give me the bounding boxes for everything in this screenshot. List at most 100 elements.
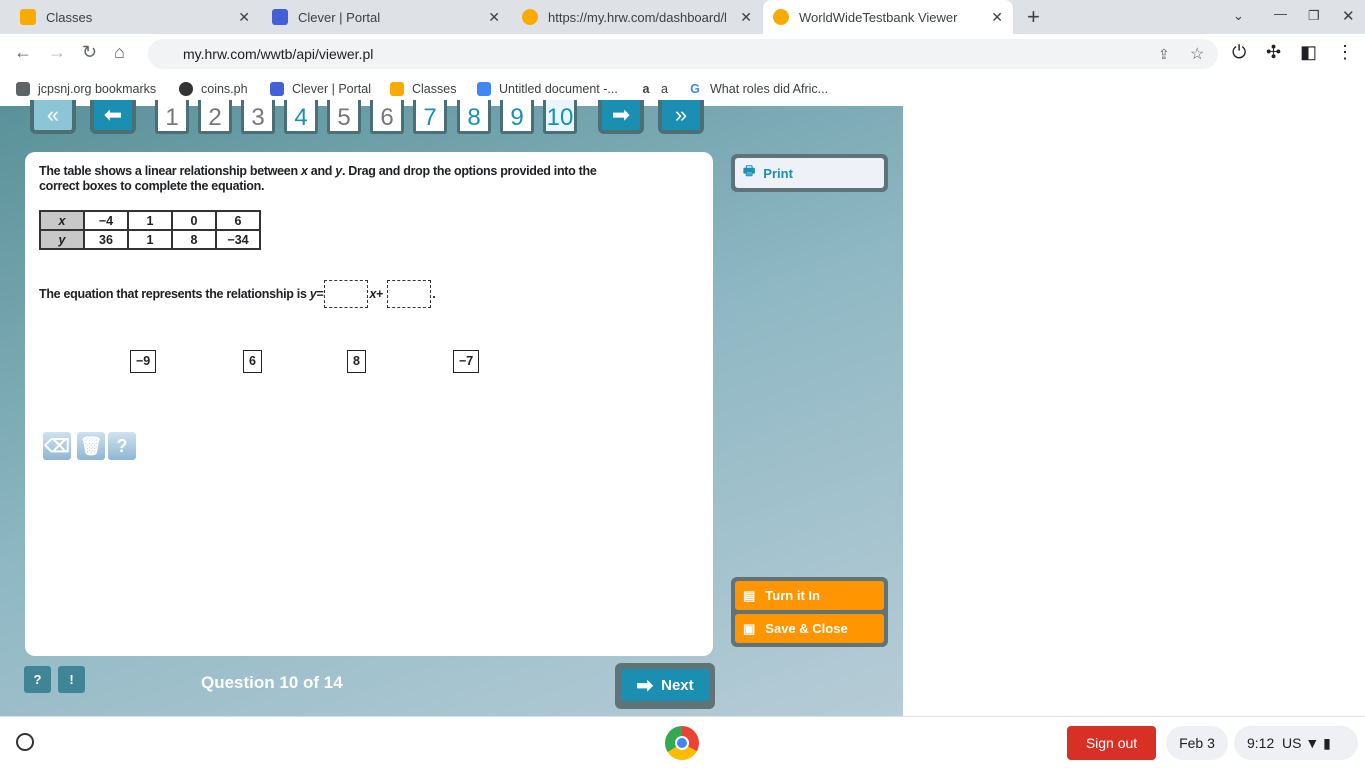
turn-in-button[interactable]: ▤ Turn it In [735, 581, 884, 610]
status-tray[interactable]: 9:12 US ▼ ▮ [1234, 726, 1358, 760]
bookmark-amazon[interactable]: aa [639, 82, 668, 96]
new-tab-button[interactable]: + [1027, 4, 1040, 30]
clock: 9:12 [1247, 735, 1275, 751]
close-icon[interactable]: ✕ [991, 9, 1003, 26]
window-close-button[interactable]: ✕ [1342, 7, 1355, 25]
bookmark-label: What roles did Afric... [710, 82, 829, 96]
option-tile[interactable]: −7 [453, 350, 480, 373]
x-cell: 0 [171, 210, 217, 231]
intercept-drop-box[interactable] [387, 280, 432, 308]
print-label: Print [763, 165, 793, 181]
save-close-button[interactable]: ▣ Save & Close [735, 614, 884, 643]
next-question-arrow-button[interactable]: ➡ [598, 100, 644, 134]
bookmark-clever[interactable]: Clever | Portal [270, 82, 371, 96]
first-question-button[interactable]: « [30, 100, 76, 134]
option-tile[interactable]: 8 [347, 350, 366, 373]
close-icon[interactable]: ✕ [238, 9, 250, 26]
bookmark-classes[interactable]: Classes [390, 82, 456, 96]
option-tile[interactable]: 6 [243, 350, 262, 373]
menu-icon[interactable]: ⋮ [1336, 42, 1354, 63]
launcher-icon[interactable] [16, 733, 34, 751]
question-8-button[interactable]: 8 [457, 100, 491, 134]
y-header: y [39, 229, 85, 250]
star-icon[interactable]: ☆ [1190, 44, 1204, 64]
bookmark-doc[interactable]: Untitled document -... [477, 82, 618, 96]
back-icon[interactable]: ← [14, 42, 32, 63]
tab-classes[interactable]: Classes ✕ [10, 0, 260, 34]
help-icon[interactable]: ? [108, 432, 136, 460]
y-var: y [309, 287, 317, 301]
bookmark-folder[interactable]: jcpsnj.org bookmarks [16, 82, 156, 96]
alert-button[interactable]: ! [58, 666, 85, 693]
bookmark-label: Clever | Portal [292, 82, 371, 96]
tab-hrw-dashboard[interactable]: https://my.hrw.com/dashboard/l ✕ [512, 0, 762, 34]
help-button[interactable]: ? [24, 666, 51, 693]
reload-icon[interactable]: ↻ [82, 42, 97, 63]
tab-title: Classes [46, 9, 93, 25]
date-display[interactable]: Feb 3 [1166, 726, 1228, 760]
tab-testbank-viewer[interactable]: WorldWideTestbank Viewer ✕ [763, 0, 1013, 34]
tab-title: Clever | Portal [298, 9, 381, 25]
question-counter: Question 10 of 14 [201, 673, 343, 692]
y-cell: 8 [171, 229, 217, 250]
hrw-icon [773, 9, 789, 25]
classes-icon [20, 9, 36, 25]
xy-table: x −4 1 0 6 y 36 1 8 −34 [39, 210, 261, 250]
question-1-button[interactable]: 1 [155, 100, 189, 134]
previous-question-button[interactable]: ⬅ [90, 100, 136, 134]
tab-clever[interactable]: Clever | Portal ✕ [262, 0, 510, 34]
question-3-button[interactable]: 3 [241, 100, 275, 134]
clever-icon [272, 9, 288, 25]
question-7-button[interactable]: 7 [413, 100, 447, 134]
slope-drop-box[interactable] [324, 280, 369, 308]
close-icon[interactable]: ✕ [740, 9, 752, 26]
period: . [432, 287, 436, 301]
last-question-button[interactable]: » [658, 100, 704, 134]
power-icon[interactable]: ⏻ [1232, 42, 1246, 63]
tab-bar: Classes ✕ Clever | Portal ✕ https://my.hrw… [0, 0, 1365, 34]
bookmark-label: Untitled document -... [499, 82, 618, 96]
bookmark-label: Classes [412, 82, 457, 96]
share-icon[interactable]: ⇪ [1158, 46, 1170, 63]
home-icon[interactable]: ⌂ [114, 42, 125, 63]
sign-out-button[interactable]: Sign out [1067, 726, 1156, 760]
folder-icon [16, 82, 30, 96]
submit-panel: ▤ Turn it In ▣ Save & Close [731, 577, 888, 647]
restore-button[interactable]: ❐ [1308, 8, 1320, 24]
bookmark-google[interactable]: G What roles did Afric... [688, 82, 828, 96]
option-tile[interactable]: −9 [130, 350, 157, 373]
question-5-button[interactable]: 5 [327, 100, 361, 134]
tab-title: https://my.hrw.com/dashboard/l [548, 9, 727, 25]
question-4-button[interactable]: 4 [284, 100, 318, 134]
trash-icon[interactable]: 🗑 [77, 432, 105, 460]
print-button[interactable]: 🖶 Print [735, 158, 884, 188]
chrome-icon[interactable] [665, 726, 699, 760]
extensions-icon[interactable]: ✣ [1266, 42, 1281, 63]
eraser-icon[interactable]: ⌫ [43, 432, 71, 460]
side-panel-icon[interactable]: ◧ [1300, 42, 1317, 63]
locale: US [1282, 735, 1302, 751]
question-card: The table shows a linear relationship be… [25, 152, 713, 656]
question-prompt: The table shows a linear relationship be… [39, 164, 597, 193]
os-shelf: Sign out Feb 3 9:12 US ▼ ▮ [0, 716, 1365, 768]
testbank-viewer: « ⬅ 1 2 3 4 5 6 7 8 9 10 ➡ » The table shows a li… [0, 100, 903, 716]
forward-icon[interactable]: → [48, 42, 66, 63]
equation-text: The equation that represents the relatio… [39, 287, 307, 301]
tab-title: WorldWideTestbank Viewer [799, 9, 958, 25]
url-text: my.hrw.com/wwtb/api/viewer.pl [183, 46, 374, 62]
question-2-button[interactable]: 2 [198, 100, 232, 134]
bookmark-coins[interactable]: coins.ph [179, 82, 248, 96]
classes-icon [390, 82, 404, 96]
address-bar[interactable]: my.hrw.com/wwtb/api/viewer.pl ⇪ ☆ [148, 39, 1218, 69]
next-button[interactable]: ➡ Next [615, 663, 715, 709]
minimize-button[interactable]: — [1274, 6, 1287, 21]
close-icon[interactable]: ✕ [488, 9, 500, 26]
y-cell: 1 [127, 229, 173, 250]
tab-search-icon[interactable]: ⌄ [1233, 8, 1244, 24]
question-6-button[interactable]: 6 [370, 100, 404, 134]
turn-in-label: Turn it In [765, 588, 820, 603]
docs-icon [477, 82, 491, 96]
question-10-button[interactable]: 10 [543, 100, 577, 134]
save-icon: ▣ [743, 620, 756, 636]
question-9-button[interactable]: 9 [500, 100, 534, 134]
